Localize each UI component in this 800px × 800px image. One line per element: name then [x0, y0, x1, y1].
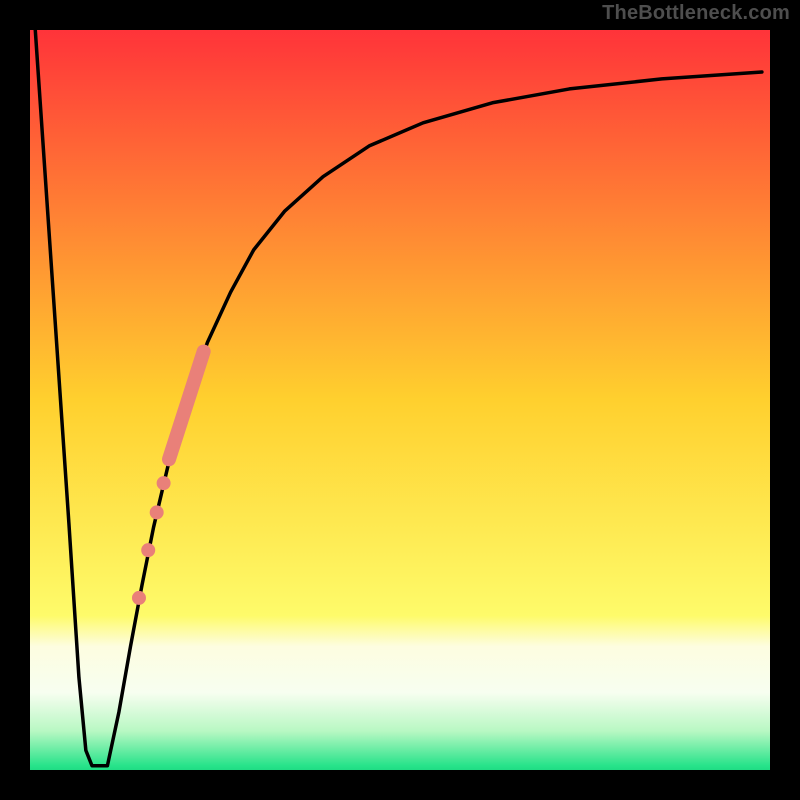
highlight-dot — [141, 543, 155, 557]
highlight-dot — [132, 591, 146, 605]
bottleneck-chart: TheBottleneck.com — [0, 0, 800, 800]
chart-canvas — [0, 0, 800, 800]
highlight-dot — [157, 476, 171, 490]
highlight-dot — [150, 505, 164, 519]
watermark-text: TheBottleneck.com — [602, 2, 790, 25]
gradient-background — [15, 15, 785, 785]
